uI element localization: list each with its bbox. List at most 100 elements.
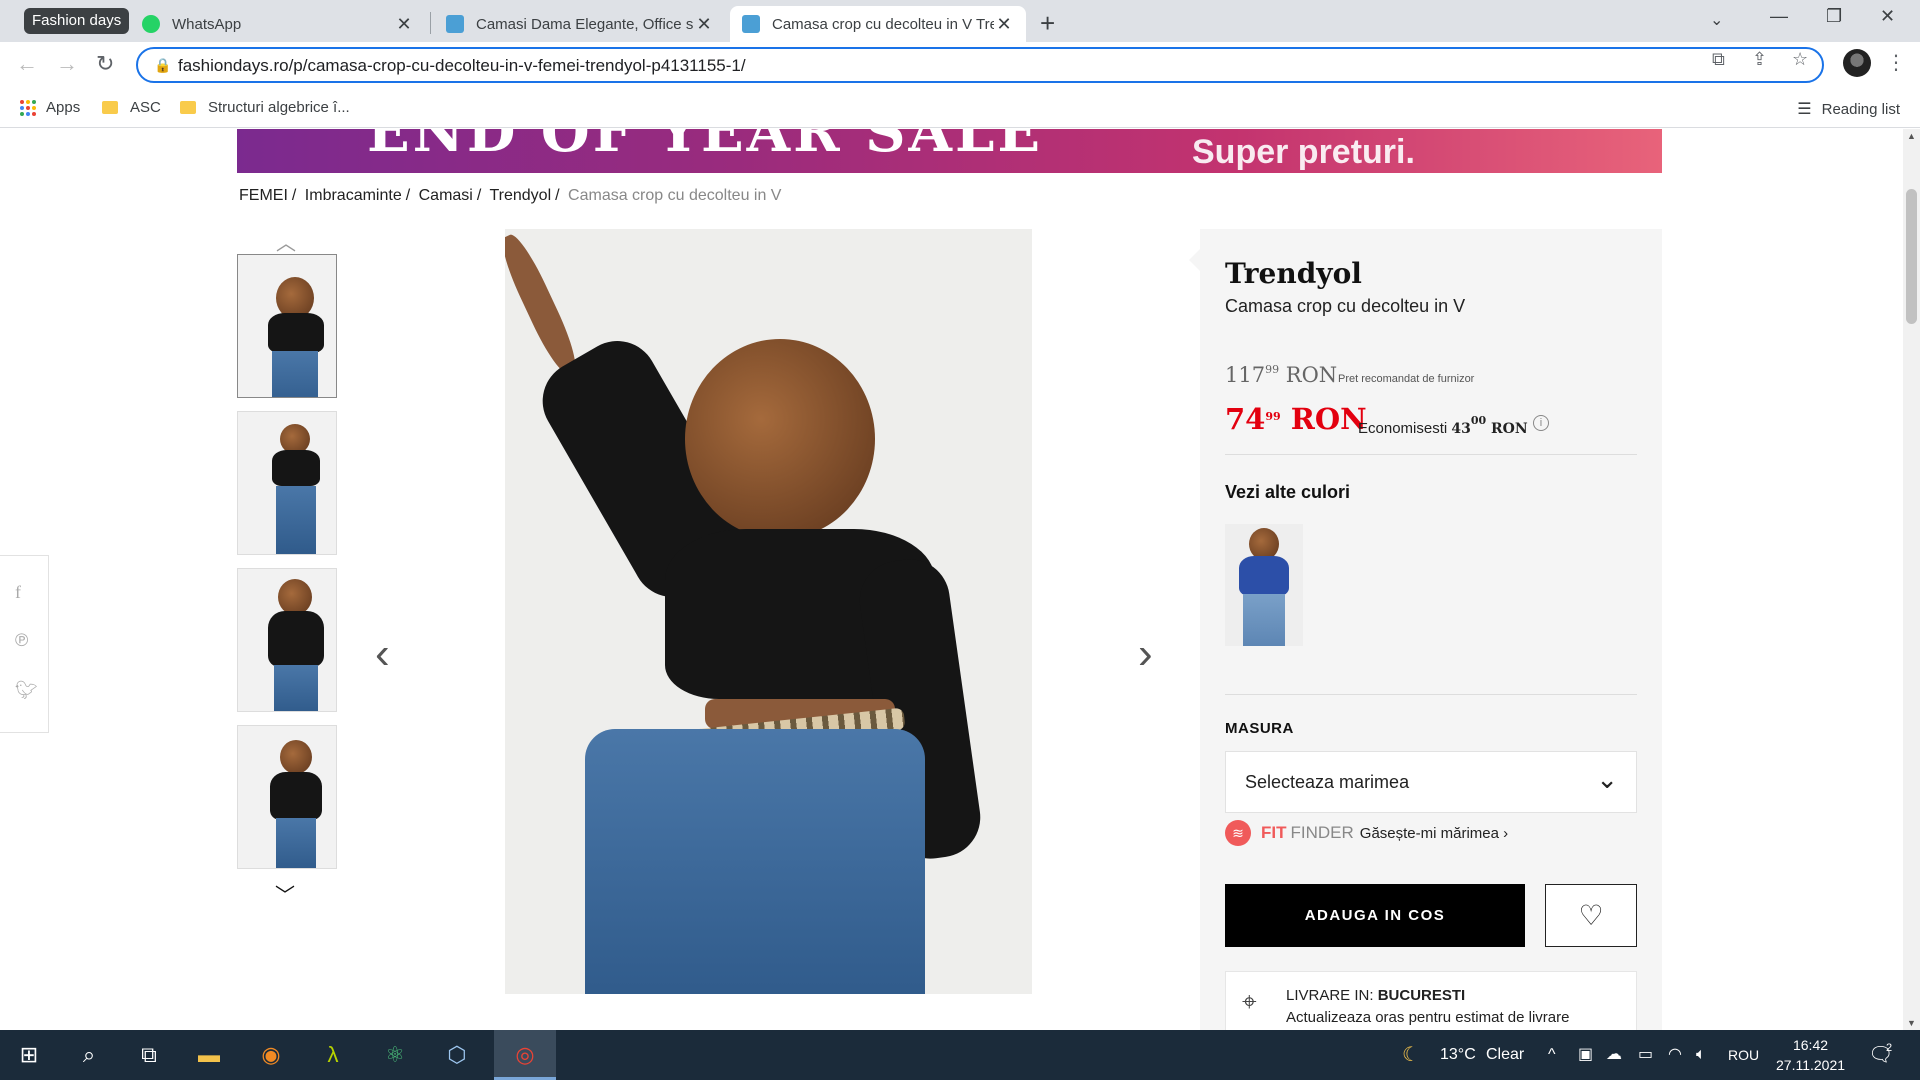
tab-search-icon[interactable]: ⌄ xyxy=(1710,10,1723,30)
page-scrollbar[interactable]: ▲ ▼ xyxy=(1903,129,1920,1030)
breadcrumb-link[interactable]: Camasi xyxy=(419,187,473,204)
minimize-icon[interactable]: — xyxy=(1770,6,1788,27)
add-to-cart-button[interactable]: ADAUGA IN COS xyxy=(1225,884,1525,947)
twitter-icon[interactable]: 🐦︎ xyxy=(15,680,38,701)
previous-image-arrow-icon[interactable]: ‹ xyxy=(375,629,390,679)
wifi-icon[interactable]: ◠ xyxy=(1668,1030,1682,1080)
other-colors-title: Vezi alte culori xyxy=(1225,482,1351,502)
file-explorer-icon[interactable]: ▬ xyxy=(180,1030,238,1080)
delivery-box[interactable]: ⌖ LIVRARE IN: BUCURESTI Actualizeaza ora… xyxy=(1225,971,1637,1030)
bookmarks-bar: Apps ASC Structuri algebrice î... ☰ Read… xyxy=(0,88,1920,128)
thumbs-down-chevron-icon[interactable]: ﹀ xyxy=(275,879,295,908)
fit-finder-brand-finder: FINDER xyxy=(1290,823,1354,842)
breadcrumb-link[interactable]: FEMEI xyxy=(239,187,288,204)
virtualbox-icon[interactable]: ⬡ xyxy=(428,1030,486,1080)
tab-separator xyxy=(430,12,431,34)
heart-plus-icon: ♡ xyxy=(1578,900,1604,931)
reading-list-button[interactable]: ☰ Reading list xyxy=(1797,99,1900,119)
product-name: Camasa crop cu decolteu in V xyxy=(1225,296,1466,316)
search-icon[interactable]: ⌕ xyxy=(60,1030,118,1080)
new-tab-icon[interactable]: + xyxy=(1040,8,1055,39)
back-icon[interactable]: ← xyxy=(16,51,38,77)
scroll-up-icon[interactable]: ▲ xyxy=(1907,131,1916,141)
next-image-arrow-icon[interactable]: › xyxy=(1138,629,1153,679)
bookmark-apps[interactable]: Apps xyxy=(20,99,80,116)
close-tab-icon[interactable]: ✕ xyxy=(694,14,714,35)
chrome-taskbar-icon[interactable]: ◎ xyxy=(494,1030,556,1080)
tab-camasa-crop[interactable]: Camasa crop cu decolteu in V Tre ✕ xyxy=(730,6,1026,42)
close-window-icon[interactable]: ✕ xyxy=(1880,6,1895,27)
bookmark-star-icon[interactable]: ☆ xyxy=(1792,49,1808,70)
thumbnail-2[interactable] xyxy=(237,411,337,555)
weather-temperature[interactable]: 13°C xyxy=(1440,1030,1476,1080)
scrollbar-thumb[interactable] xyxy=(1906,189,1917,324)
task-view-icon[interactable]: ⧉ xyxy=(120,1030,178,1080)
translate-icon[interactable]: ⧉ xyxy=(1712,49,1725,70)
battery-icon[interactable]: ▭ xyxy=(1638,1030,1653,1080)
facebook-icon[interactable]: f xyxy=(15,582,21,603)
blender-icon[interactable]: ◉ xyxy=(242,1030,300,1080)
atom-icon[interactable]: ⚛ xyxy=(366,1030,424,1080)
restore-icon[interactable]: ❐ xyxy=(1826,6,1842,27)
banner-subline: Super preturi. xyxy=(1192,133,1415,171)
close-tab-icon[interactable]: ✕ xyxy=(994,14,1014,35)
fashiondays-favicon-icon xyxy=(446,15,464,33)
thumbs-up-chevron-icon[interactable]: ︿ xyxy=(276,227,296,256)
meet-now-icon[interactable]: ▣ xyxy=(1578,1030,1593,1080)
url-text[interactable]: fashiondays.ro/p/camasa-crop-cu-decolteu… xyxy=(178,56,746,76)
add-to-wishlist-button[interactable]: ♡ xyxy=(1545,884,1637,947)
address-bar[interactable]: 🔒 fashiondays.ro/p/camasa-crop-cu-decolt… xyxy=(136,47,1824,83)
lambda-app-icon[interactable]: λ xyxy=(304,1030,362,1080)
thumbnail-3[interactable] xyxy=(237,568,337,712)
color-variant-blue[interactable] xyxy=(1225,524,1303,646)
breadcrumb-link[interactable]: Trendyol xyxy=(489,187,551,204)
size-dropdown[interactable]: Selecteaza marimea ⌄ xyxy=(1225,751,1637,813)
tray-chevron-icon[interactable]: ^ xyxy=(1548,1030,1556,1080)
thumbnail-4[interactable] xyxy=(237,725,337,869)
scroll-down-icon[interactable]: ▼ xyxy=(1907,1018,1916,1028)
weather-moon-icon[interactable]: ☾ xyxy=(1402,1030,1420,1080)
promo-banner[interactable]: END OF YEAR SALE Super preturi. xyxy=(237,129,1662,173)
bookmark-label: ASC xyxy=(130,99,161,116)
apps-grid-icon xyxy=(20,99,36,116)
tab-title: Camasa crop cu decolteu in V Tre xyxy=(772,15,994,33)
input-language[interactable]: ROU xyxy=(1728,1030,1759,1080)
bookmark-structuri[interactable]: Structuri algebrice î... xyxy=(180,99,350,116)
browser-menu-icon[interactable]: ⋮ xyxy=(1886,50,1906,75)
info-icon[interactable]: i xyxy=(1533,415,1549,431)
folder-icon xyxy=(180,101,196,114)
main-product-image[interactable] xyxy=(505,229,1032,994)
fashiondays-favicon-icon xyxy=(742,15,760,33)
old-price: 11799 RON xyxy=(1225,363,1338,387)
reload-icon[interactable]: ↻ xyxy=(96,51,114,77)
close-tab-icon[interactable]: ✕ xyxy=(394,14,414,35)
tab-camasi-dama[interactable]: Camasi Dama Elegante, Office si ✕ xyxy=(434,6,726,42)
fit-finder-link[interactable]: ≋ FIT FINDER Găsește-mi mărimea › xyxy=(1225,819,1508,847)
forward-icon[interactable]: → xyxy=(56,51,78,77)
tab-whatsapp[interactable]: WhatsApp ✕ xyxy=(130,6,426,42)
brand-name[interactable]: Trendyol xyxy=(1225,257,1362,290)
thumbnail-1[interactable] xyxy=(237,254,337,398)
size-dropdown-value: Selecteaza marimea xyxy=(1245,772,1410,792)
bookmark-asc[interactable]: ASC xyxy=(102,99,161,116)
savings-text: Economisesti 4300 RON xyxy=(1358,414,1528,437)
breadcrumb-link[interactable]: Imbracaminte xyxy=(305,187,402,204)
fit-finder-icon: ≋ xyxy=(1225,820,1251,846)
windows-start-icon[interactable]: ⊞ xyxy=(0,1030,58,1080)
delivery-update-link[interactable]: Actualizeaza oras pentru estimat de livr… xyxy=(1286,1009,1569,1026)
profile-avatar[interactable] xyxy=(1843,49,1871,77)
weather-condition[interactable]: Clear xyxy=(1486,1030,1524,1080)
tab-group-chip[interactable]: Fashion days xyxy=(24,8,130,34)
onedrive-icon[interactable]: ☁ xyxy=(1606,1030,1622,1080)
pinterest-icon[interactable]: ℗ xyxy=(15,630,28,651)
browser-toolbar: ← → ↻ 🔒 fashiondays.ro/p/camasa-crop-cu-… xyxy=(0,42,1920,88)
lock-icon[interactable]: 🔒 xyxy=(154,57,171,74)
share-icon[interactable]: ⇪ xyxy=(1752,49,1767,70)
system-clock[interactable]: 16:42 27.11.2021 xyxy=(1776,1035,1845,1075)
clock-time: 16:42 xyxy=(1792,1037,1829,1053)
windows-taskbar: ⊞ ⌕ ⧉ ▬ ◉ λ ⚛ ⬡ ◎ ☾ 13°C Clear ^ ▣ ☁ ▭ ◠… xyxy=(0,1030,1920,1080)
find-my-size-link[interactable]: Găsește-mi mărimea › xyxy=(1360,825,1508,842)
reading-list-icon: ☰ xyxy=(1797,101,1812,118)
volume-icon[interactable]: 🔈︎ xyxy=(1696,1030,1706,1080)
social-share-bar: f ℗ 🐦︎ xyxy=(0,555,49,733)
